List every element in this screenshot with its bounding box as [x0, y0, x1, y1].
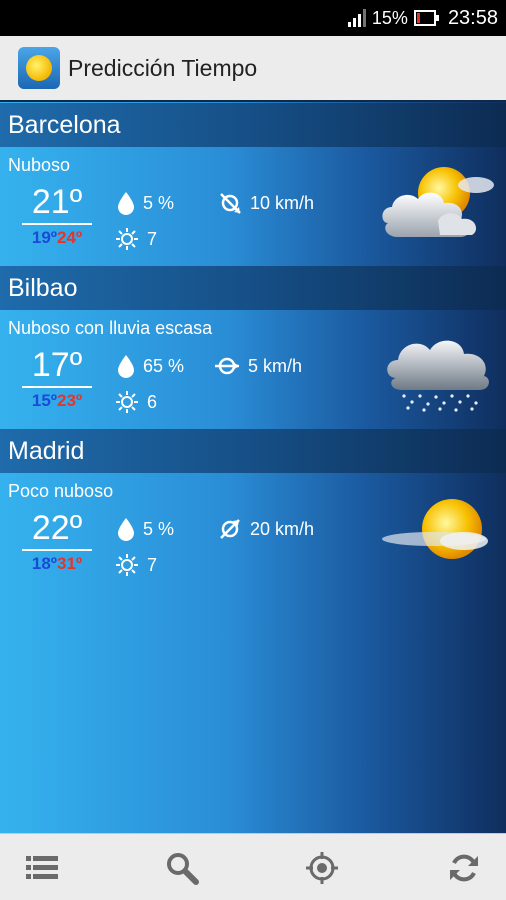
mostly-sunny-icon	[382, 499, 488, 559]
condition-text: Poco nuboso	[8, 481, 114, 501]
city-name: Barcelona	[0, 103, 506, 147]
min-temp: 15º	[31, 391, 57, 410]
locate-icon	[306, 852, 338, 884]
action-bar: Predicción Tiempo	[0, 36, 506, 102]
sun-uv-icon	[116, 554, 138, 576]
refresh-icon	[450, 854, 478, 882]
city-name: Madrid	[0, 429, 506, 473]
clock: 23:58	[447, 6, 498, 29]
raindrop-icon	[118, 518, 134, 541]
cloud-light-rain-icon	[387, 340, 489, 412]
app-title: Predicción Tiempo	[68, 54, 258, 81]
wind-speed: 5 km/h	[248, 355, 303, 376]
min-temp: 18º	[31, 554, 57, 573]
max-temp: 31º	[57, 554, 83, 573]
signal-icon	[347, 9, 366, 27]
battery-percent: 15%	[371, 7, 408, 28]
rain-probability: 65 %	[143, 355, 185, 376]
wind-direction-icon	[215, 357, 239, 375]
city-name: Bilbao	[0, 266, 506, 310]
wind-direction-icon	[220, 519, 240, 539]
max-temp: 24º	[57, 228, 83, 247]
uv-index: 7	[147, 554, 158, 575]
min-temp: 19º	[31, 228, 57, 247]
battery-icon	[413, 10, 439, 26]
uv-index: 6	[147, 391, 158, 412]
city-card-madrid[interactable]: Madrid Poco nuboso 22º 18º31º 5 % 20 km/…	[0, 429, 506, 592]
wind-direction-icon	[220, 193, 241, 214]
current-temp: 22º	[22, 509, 92, 551]
status-bar: 15% 23:58	[0, 0, 506, 36]
max-temp: 23º	[57, 391, 83, 410]
search-button[interactable]	[164, 850, 200, 886]
raindrop-icon	[118, 355, 134, 378]
city-card-bilbao[interactable]: Bilbao Nuboso con lluvia escasa 17º 15º2…	[0, 266, 506, 429]
partly-cloudy-icon	[382, 167, 494, 237]
sun-uv-icon	[116, 228, 138, 250]
raindrop-icon	[118, 192, 134, 215]
menu-button[interactable]	[24, 850, 60, 886]
rain-probability: 5 %	[143, 518, 175, 539]
city-card-barcelona[interactable]: Barcelona Nuboso 21º 19º24º 5 % 10 km/h …	[0, 103, 506, 266]
condition-text: Nuboso	[8, 155, 71, 175]
search-icon	[167, 853, 199, 885]
locate-button[interactable]	[304, 850, 340, 886]
uv-index: 7	[147, 228, 158, 249]
condition-text: Nuboso con lluvia escasa	[8, 318, 213, 338]
sun-app-icon[interactable]	[18, 47, 60, 89]
current-temp: 17º	[22, 346, 92, 388]
rain-probability: 5 %	[143, 192, 175, 213]
bottom-nav	[0, 833, 506, 900]
wind-speed: 20 km/h	[250, 518, 315, 539]
menu-icon	[26, 856, 58, 879]
current-temp: 21º	[22, 183, 92, 225]
refresh-button[interactable]	[446, 850, 482, 886]
wind-speed: 10 km/h	[250, 192, 315, 213]
sun-uv-icon	[116, 391, 138, 413]
